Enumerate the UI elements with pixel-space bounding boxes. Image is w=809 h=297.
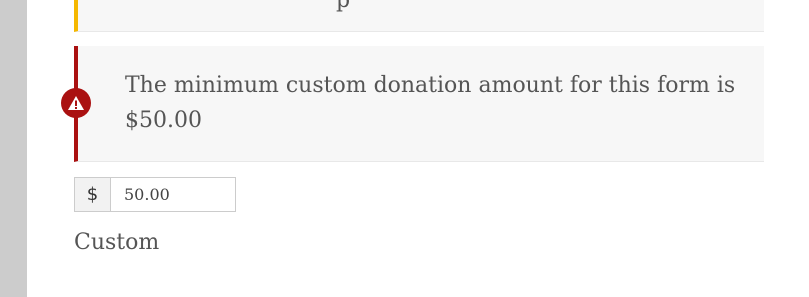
donation-amount-input[interactable] [111, 178, 235, 211]
left-gutter [0, 0, 27, 297]
error-notice-message: The minimum custom donation amount for t… [125, 73, 736, 133]
warning-notice: p [74, 0, 764, 32]
error-notice: The minimum custom donation amount for t… [61, 46, 764, 162]
currency-symbol: $ [75, 178, 111, 211]
warning-triangle-icon [61, 88, 91, 118]
custom-level-label: Custom [74, 230, 160, 255]
warning-notice-text: p [336, 0, 351, 13]
donation-amount-field: $ [74, 177, 236, 212]
